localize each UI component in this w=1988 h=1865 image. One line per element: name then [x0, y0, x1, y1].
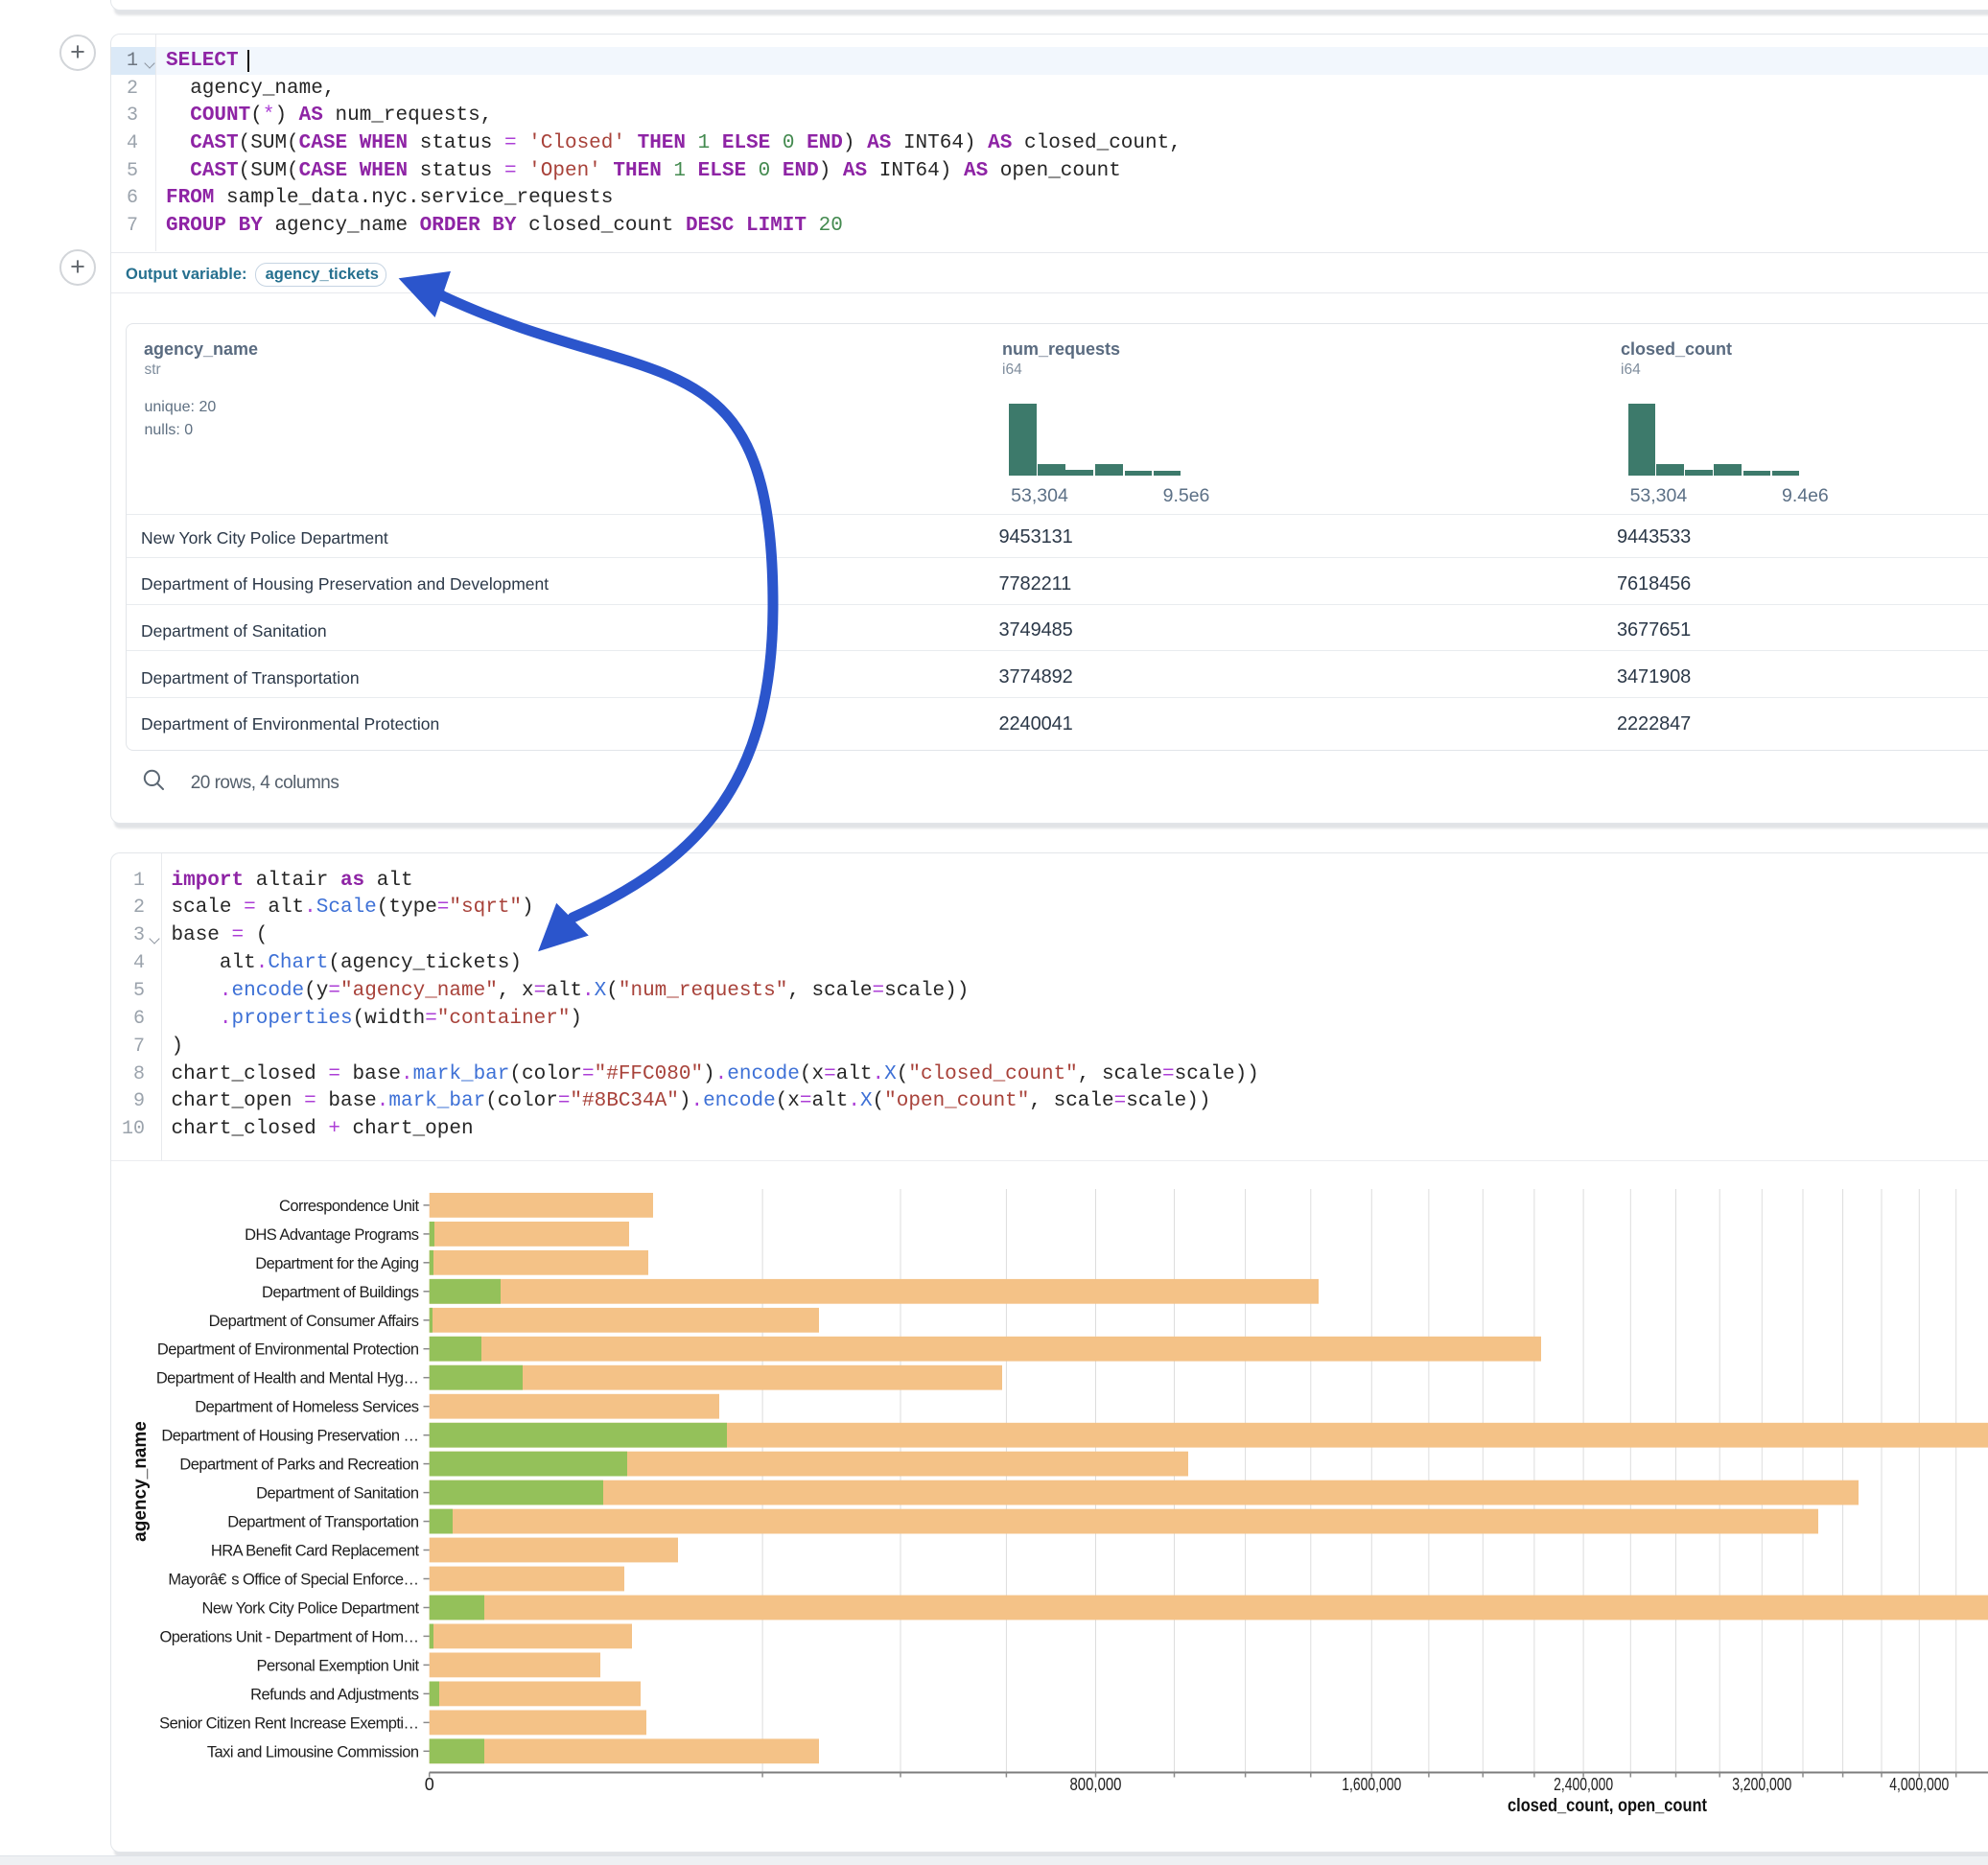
- svg-text:Personal Exemption Unit: Personal Exemption Unit: [257, 1657, 420, 1674]
- svg-text:DHS Advantage Programs: DHS Advantage Programs: [245, 1226, 419, 1244]
- svg-text:Department of Environmental Pr: Department of Environmental Protection: [157, 1341, 419, 1359]
- svg-text:Correspondence Unit: Correspondence Unit: [279, 1198, 419, 1215]
- svg-text:Department of Sanitation: Department of Sanitation: [256, 1485, 419, 1503]
- svg-text:HRA Benefit Card Replacement: HRA Benefit Card Replacement: [211, 1543, 420, 1560]
- svg-text:New York City Police Departmen: New York City Police Department: [202, 1600, 420, 1618]
- svg-text:3,200,000: 3,200,000: [1732, 1775, 1791, 1794]
- svg-text:Mayorâ€ s Office of Special E: Mayorâ€ s Office of Special Enforce…: [168, 1572, 418, 1589]
- svg-text:Operations Unit - Department o: Operations Unit - Department of Hom…: [160, 1628, 419, 1645]
- svg-text:Department of Transportation: Department of Transportation: [227, 1514, 419, 1531]
- svg-text:Senior Citizen Rent Increase E: Senior Citizen Rent Increase Exempti…: [159, 1714, 418, 1732]
- svg-text:Department of Health and Menta: Department of Health and Mental Hyg…: [156, 1370, 419, 1387]
- svg-text:Taxi and Limousine Commission: Taxi and Limousine Commission: [207, 1743, 419, 1760]
- svg-text:Department of Housing Preserva: Department of Housing Preservation …: [161, 1428, 418, 1445]
- svg-text:Department of Parks and Recrea: Department of Parks and Recreation: [179, 1457, 418, 1474]
- svg-text:Department of Buildings: Department of Buildings: [262, 1284, 419, 1301]
- svg-text:Department for the Aging: Department for the Aging: [255, 1255, 419, 1272]
- svg-text:0: 0: [425, 1775, 434, 1794]
- svg-text:4,000,000: 4,000,000: [1889, 1775, 1949, 1794]
- svg-text:Department of Consumer Affairs: Department of Consumer Affairs: [209, 1313, 419, 1330]
- svg-text:2,400,000: 2,400,000: [1554, 1775, 1613, 1794]
- svg-text:agency_name: agency_name: [130, 1421, 151, 1542]
- svg-text:closed_count, open_count: closed_count, open_count: [1508, 1796, 1708, 1816]
- svg-text:Department of Homeless Service: Department of Homeless Services: [195, 1399, 419, 1416]
- svg-text:1,600,000: 1,600,000: [1342, 1775, 1401, 1794]
- svg-text:Refunds and Adjustments: Refunds and Adjustments: [250, 1686, 419, 1703]
- svg-text:800,000: 800,000: [1070, 1775, 1122, 1794]
